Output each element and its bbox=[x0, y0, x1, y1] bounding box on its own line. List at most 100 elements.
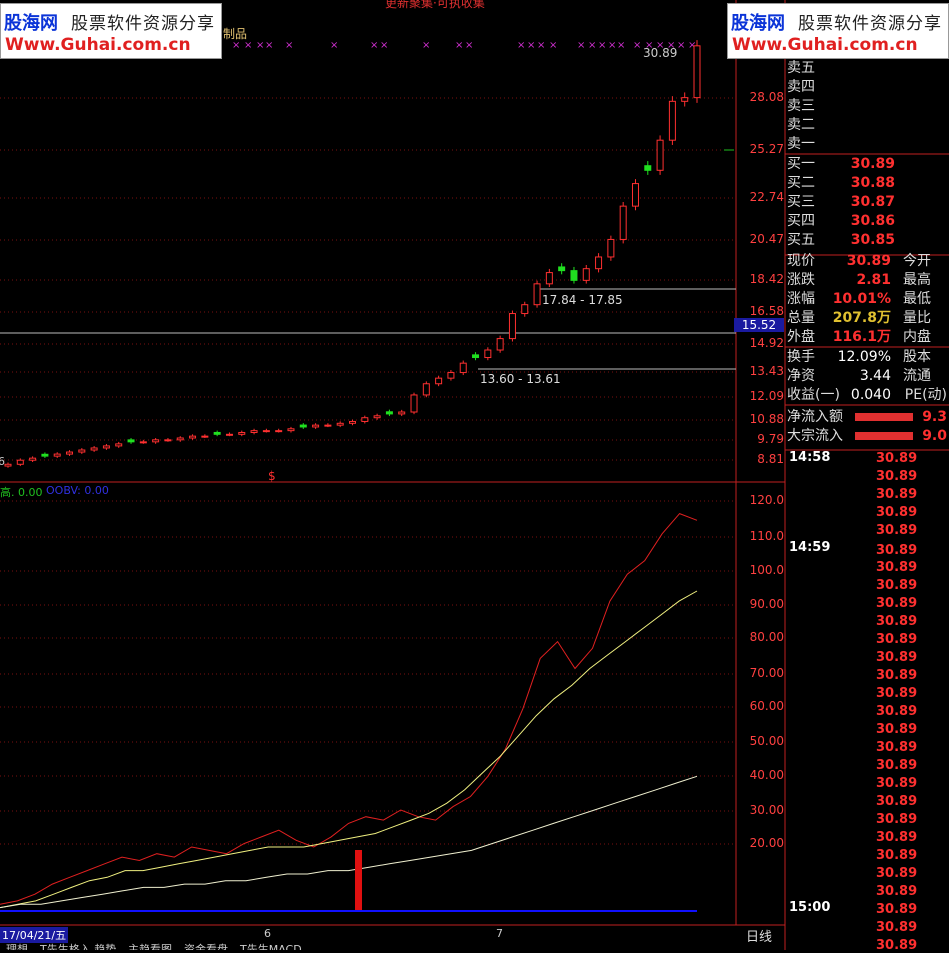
candle-body bbox=[582, 268, 590, 281]
candle-body bbox=[595, 256, 603, 270]
tab-3[interactable]: 主趋看图 bbox=[128, 941, 172, 950]
candle-body bbox=[644, 165, 652, 171]
tick-price: 30.89 bbox=[876, 776, 918, 791]
candle-body bbox=[533, 283, 541, 306]
signal-mark: × bbox=[537, 40, 545, 51]
candle-body bbox=[238, 431, 246, 435]
signal-mark: × bbox=[465, 40, 473, 51]
candle-body bbox=[152, 439, 160, 443]
tick-price: 30.89 bbox=[876, 668, 918, 683]
signal-mark: × bbox=[380, 40, 388, 51]
flow-net: 净流入额 9.3 bbox=[787, 409, 947, 425]
watermark-url: Www.Guhai.com.cn bbox=[5, 35, 191, 55]
tick-price: 30.89 bbox=[876, 632, 918, 647]
indicator-axis-label: 60.00 bbox=[749, 699, 784, 713]
candle-body bbox=[53, 453, 61, 457]
signal-mark: × bbox=[517, 40, 525, 51]
signal-mark: × bbox=[617, 40, 625, 51]
indicator-axis-label: 20.00 bbox=[749, 836, 784, 850]
candle-body bbox=[324, 424, 332, 427]
signal-mark: × bbox=[527, 40, 535, 51]
tick-price: 30.89 bbox=[876, 758, 918, 773]
indicator-axis-label: 100.0 bbox=[749, 563, 784, 577]
candle-body bbox=[139, 441, 147, 444]
signal-mark: × bbox=[370, 40, 378, 51]
candle-body bbox=[607, 238, 615, 258]
price-axis-label: 12.09 bbox=[749, 389, 784, 403]
signal-mark: × bbox=[677, 40, 685, 51]
watermark-tagline-right: 股票软件资源分享 bbox=[798, 14, 942, 34]
candle-body bbox=[361, 417, 369, 422]
candle-body bbox=[693, 45, 701, 99]
candle-body bbox=[189, 435, 197, 439]
date-month-1: 6 bbox=[264, 927, 271, 940]
candle-body bbox=[521, 304, 529, 315]
signal-mark: × bbox=[549, 40, 557, 51]
price-axis-label: 22.74 bbox=[749, 190, 784, 204]
price-axis-label: 10.88 bbox=[749, 412, 784, 426]
indicator-label-left: 高. 0.00 bbox=[0, 486, 43, 499]
candle-body bbox=[570, 270, 578, 281]
candle-body bbox=[127, 439, 135, 443]
signal-mark: × bbox=[285, 40, 293, 51]
stat-turnover: 换手 12.09% 股本 bbox=[787, 349, 931, 365]
high-label: 30.89 bbox=[643, 46, 678, 60]
indicator-axis-label: 110.0 bbox=[749, 529, 784, 543]
period-button[interactable]: 日线 bbox=[746, 926, 772, 945]
dollar-marker: $ bbox=[268, 469, 276, 483]
tick-price: 30.89 bbox=[876, 794, 918, 809]
signal-mark: × bbox=[577, 40, 585, 51]
stat-outer: 外盘 116.1万 内盘 bbox=[787, 329, 931, 345]
sell-4: 卖四 bbox=[787, 79, 815, 95]
tick-time-2: 14:59 bbox=[789, 540, 831, 555]
candle-body bbox=[410, 394, 418, 413]
tick-price: 30.89 bbox=[876, 884, 918, 899]
candle-body bbox=[176, 437, 184, 441]
stat-change: 涨跌 2.81 最高 bbox=[787, 272, 931, 288]
price-axis-label: 25.27 bbox=[749, 142, 784, 156]
buy-4: 买四 30.86 bbox=[787, 213, 895, 229]
watermark-url-right: Www.Guhai.com.cn bbox=[732, 35, 918, 55]
signal-mark: × bbox=[608, 40, 616, 51]
candle-body bbox=[287, 428, 295, 432]
stat-eps: 收益(一) 0.040 PE(动) bbox=[787, 387, 947, 403]
buy-2: 买二 30.88 bbox=[787, 175, 895, 191]
sell-1: 卖一 bbox=[787, 136, 815, 152]
tab-5[interactable]: T先生MACD bbox=[240, 941, 302, 950]
tick-price: 30.89 bbox=[876, 469, 918, 484]
stat-volume: 总量 207.8万 量比 bbox=[787, 310, 931, 326]
candle-body bbox=[78, 449, 86, 453]
watermark-right: 股海网 股票软件资源分享 Www.Guhai.com.cn bbox=[727, 3, 949, 59]
candle-body bbox=[631, 183, 639, 207]
start-label: 6 bbox=[0, 455, 5, 468]
tick-price: 30.89 bbox=[876, 686, 918, 701]
signal-mark: × bbox=[455, 40, 463, 51]
tick-price: 30.89 bbox=[876, 812, 918, 827]
bottom-tabs: 理想 T先生格入 趋势 主趋看图 资金看盘 T先生MACD bbox=[0, 941, 740, 950]
indicator-axis-label: 50.00 bbox=[749, 734, 784, 748]
watermark-brand-right: 股海网 bbox=[731, 13, 785, 34]
candle-body bbox=[213, 431, 221, 435]
price-axis-label: 16.58 bbox=[749, 304, 784, 318]
candle-body bbox=[422, 383, 430, 396]
candle-body bbox=[201, 435, 209, 438]
signal-mark: × bbox=[422, 40, 430, 51]
candle-body bbox=[472, 354, 480, 359]
tick-price: 30.89 bbox=[876, 596, 918, 611]
zone-label-upper: 17.84 - 17.85 bbox=[542, 293, 623, 307]
tick-price: 30.89 bbox=[876, 650, 918, 665]
candle-body bbox=[4, 463, 12, 467]
tick-price: 30.89 bbox=[876, 487, 918, 502]
tab-1[interactable]: 理想 bbox=[6, 941, 28, 950]
tab-2[interactable]: T先生格入 趋势 bbox=[40, 941, 116, 950]
candle-body bbox=[508, 313, 516, 340]
tab-4[interactable]: 资金看盘 bbox=[184, 941, 228, 950]
tick-price: 30.89 bbox=[876, 614, 918, 629]
buy-1: 买一 30.89 bbox=[787, 156, 895, 172]
sell-2: 卖二 bbox=[787, 117, 815, 133]
signal-mark: × bbox=[633, 40, 641, 51]
candle-body bbox=[447, 372, 455, 379]
indicator-axis-label: 80.00 bbox=[749, 630, 784, 644]
signal-mark: × bbox=[265, 40, 273, 51]
candle-body bbox=[484, 349, 492, 359]
